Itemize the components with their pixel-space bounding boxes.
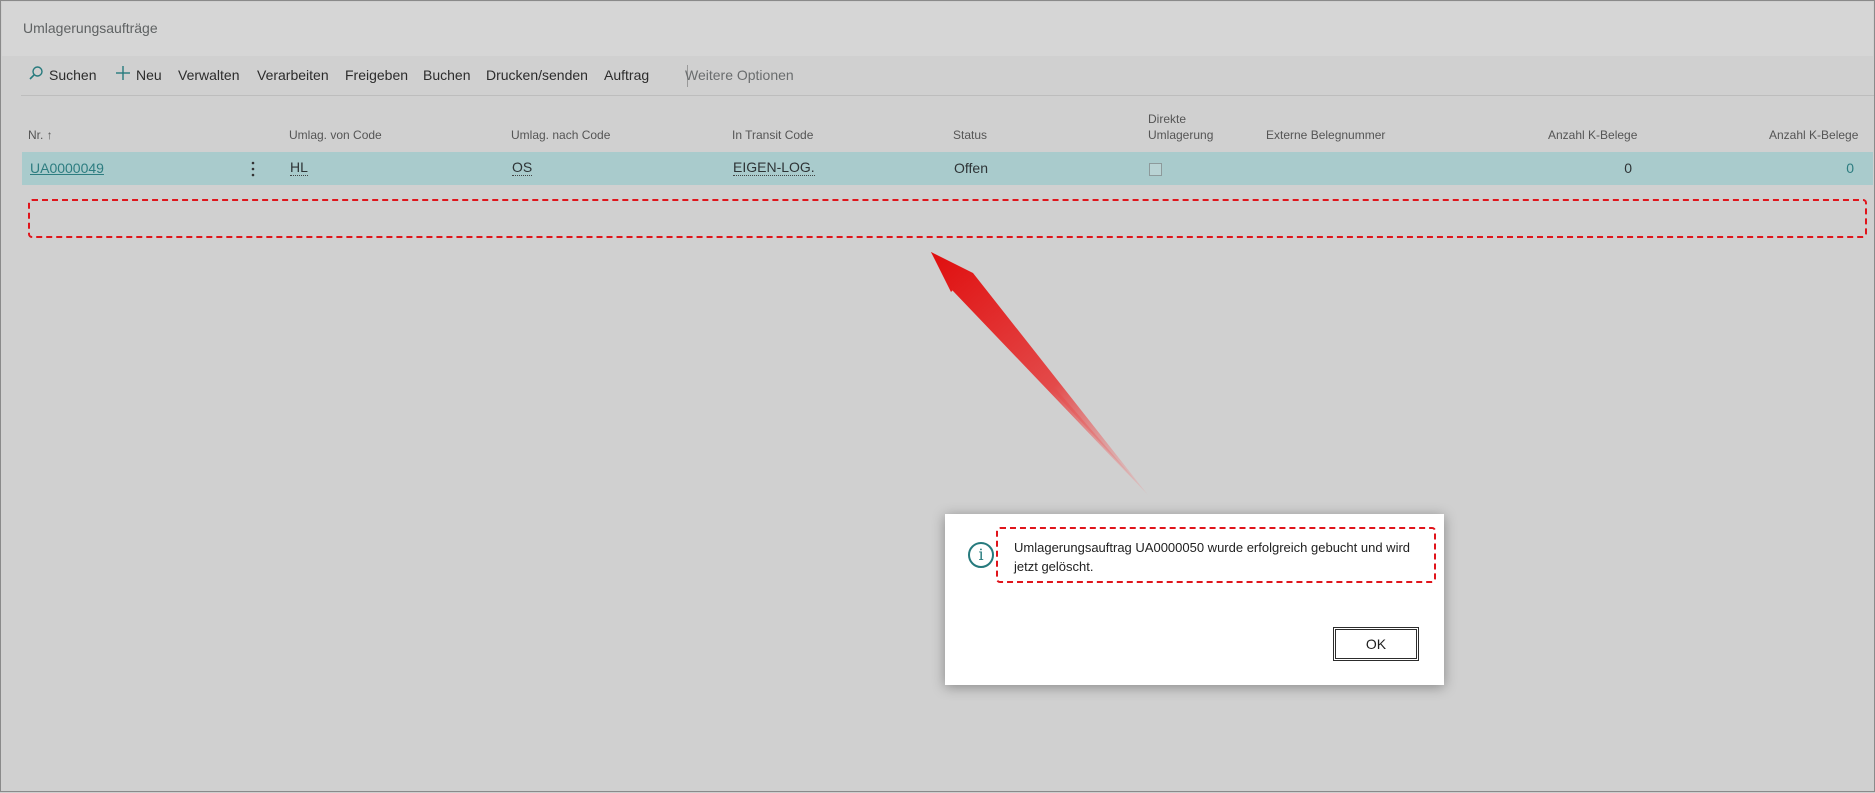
info-icon: i	[968, 542, 994, 568]
dialog-message: Umlagerungsauftrag UA0000050 wurde erfol…	[1014, 540, 1411, 574]
app-window: Umlagerungsaufträge Suchen Neu Verwalten…	[0, 0, 1875, 792]
ok-button[interactable]: OK	[1333, 627, 1419, 661]
annotation-arrow-icon	[931, 252, 1148, 495]
message-dialog: i Umlagerungsauftrag UA0000050 wurde erf…	[945, 514, 1444, 685]
